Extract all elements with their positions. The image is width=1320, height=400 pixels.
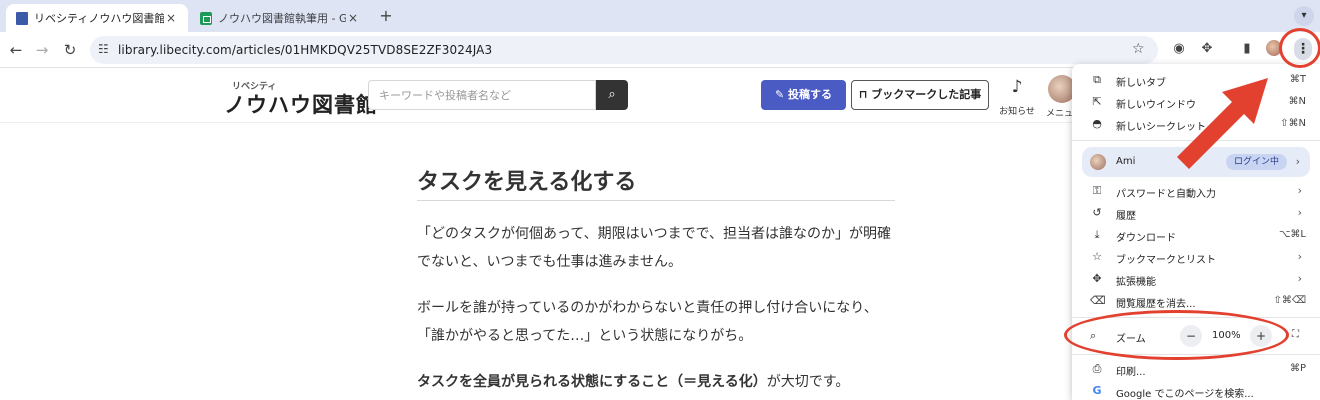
annotation-arrow-shape bbox=[1177, 78, 1268, 169]
annotation-arrow bbox=[1177, 78, 1268, 169]
